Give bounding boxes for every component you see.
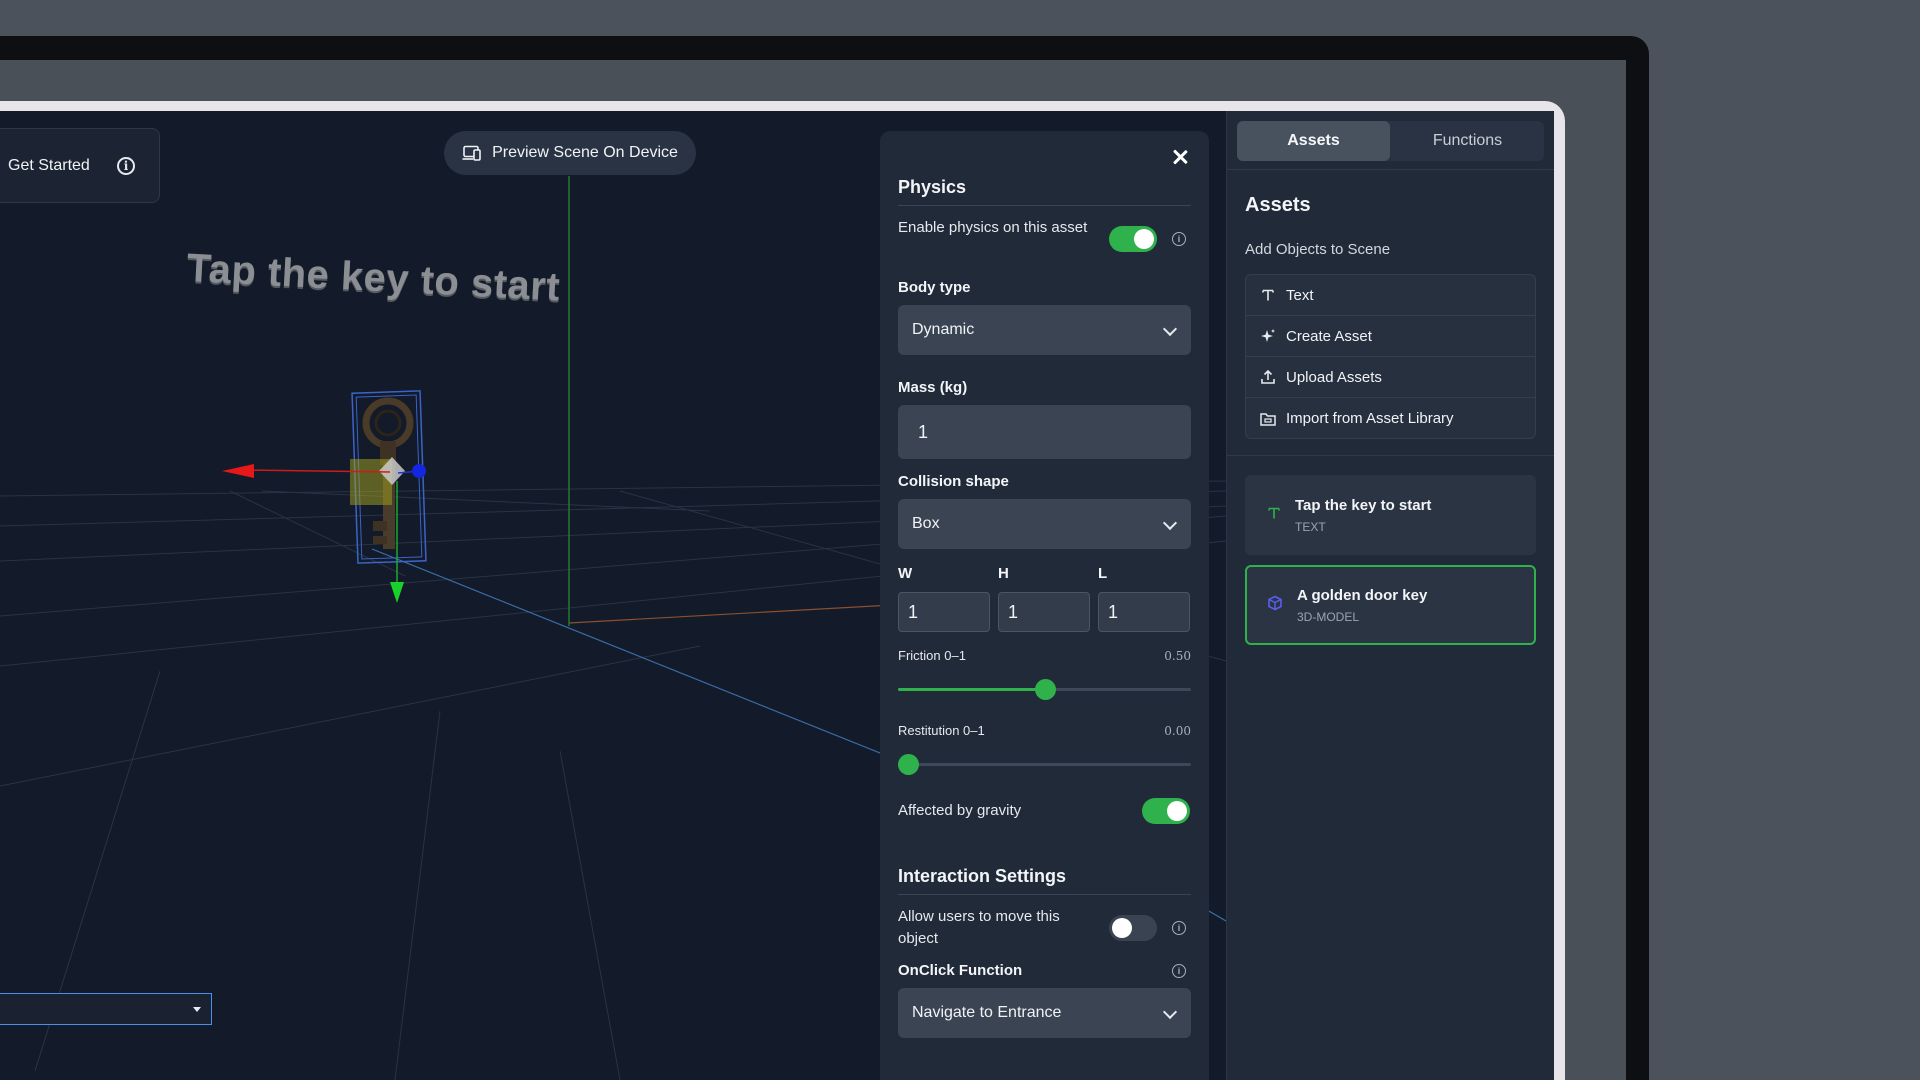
collision-shape-value: Box	[912, 515, 940, 532]
object-type: 3D-MODEL	[1297, 609, 1360, 624]
restitution-value: 0.00	[1164, 724, 1191, 738]
text-icon	[1260, 287, 1276, 303]
height-label: H	[998, 565, 1009, 582]
divider	[1227, 169, 1554, 170]
slider-thumb[interactable]	[898, 754, 919, 775]
preview-scene-label: Preview Scene On Device	[492, 144, 678, 161]
add-text-item[interactable]: Text	[1246, 275, 1535, 316]
chevron-down-icon	[1162, 515, 1178, 531]
toggle-knob	[1167, 801, 1187, 821]
enable-physics-toggle[interactable]	[1109, 226, 1157, 252]
tab-functions[interactable]: Functions	[1391, 121, 1544, 161]
assets-title: Assets	[1245, 194, 1311, 216]
friction-value: 0.50	[1164, 649, 1191, 663]
info-icon[interactable]: i	[1172, 964, 1186, 978]
allow-move-toggle[interactable]	[1109, 915, 1157, 941]
object-card-model[interactable]: A golden door key 3D-MODEL	[1245, 565, 1536, 645]
object-type: TEXT	[1295, 519, 1326, 534]
divider	[1227, 455, 1554, 456]
get-started-label: Get Started	[8, 156, 90, 174]
key-model[interactable]	[350, 390, 427, 564]
body-type-value: Dynamic	[912, 321, 975, 338]
friction-slider[interactable]	[898, 679, 1191, 700]
import-library-item[interactable]: Import from Asset Library	[1246, 398, 1535, 438]
width-input[interactable]: 1	[898, 592, 990, 632]
collision-shape-label: Collision shape	[898, 473, 1009, 490]
add-item-label: Upload Assets	[1286, 368, 1382, 386]
slider-thumb[interactable]	[1034, 679, 1056, 700]
info-icon[interactable]: i	[117, 156, 135, 175]
height-input[interactable]: 1	[998, 592, 1090, 632]
close-icon[interactable]	[1170, 147, 1190, 167]
toggle-knob	[1134, 229, 1154, 249]
screen: Tap the key to start Get Started i Previ…	[0, 101, 1565, 1080]
tab-assets[interactable]: Assets	[1237, 121, 1390, 161]
x-axis-line	[568, 603, 911, 624]
cube-icon	[1267, 595, 1283, 616]
onclick-function-value: Navigate to Entrance	[912, 1004, 1062, 1021]
enable-physics-label: Enable physics on this asset	[898, 219, 1088, 236]
interaction-title: Interaction Settings	[898, 866, 1067, 886]
add-item-label: Import from Asset Library	[1286, 410, 1454, 427]
onclick-function-select[interactable]: Navigate to Entrance	[898, 988, 1191, 1038]
physics-panel: Physics Enable physics on this asset i B…	[880, 131, 1209, 1080]
info-icon[interactable]: i	[1172, 232, 1186, 246]
device-preview-icon	[462, 145, 481, 161]
toggle-knob	[1112, 918, 1132, 938]
viewport-dropdown[interactable]	[0, 993, 212, 1025]
scene-viewport[interactable]: Tap the key to start Get Started i Previ…	[0, 111, 1226, 1080]
gravity-label: Affected by gravity	[898, 802, 1022, 819]
assets-sidebar: Assets Functions Assets Add Objects to S…	[1226, 111, 1554, 1080]
object-name: A golden door key	[1297, 586, 1428, 604]
mass-input[interactable]: 1	[898, 405, 1191, 459]
sidebar-tabs: Assets Functions	[1237, 121, 1544, 161]
editor-app: Tap the key to start Get Started i Previ…	[0, 111, 1554, 1080]
sparkle-icon	[1260, 328, 1276, 344]
body-type-label: Body type	[898, 279, 971, 296]
onclick-label: OnClick Function	[898, 962, 1023, 979]
length-input[interactable]: 1	[1098, 592, 1190, 632]
z-axis-line	[371, 548, 901, 762]
upload-icon	[1260, 369, 1276, 385]
width-label: W	[898, 565, 913, 582]
gravity-toggle[interactable]	[1142, 798, 1190, 824]
physics-title: Physics	[898, 177, 967, 197]
info-icon[interactable]: i	[1172, 921, 1186, 935]
divider	[898, 205, 1191, 206]
add-objects-list: Text Create Asset Upload Assets Import f…	[1245, 274, 1536, 439]
get-started-button[interactable]: Get Started i	[0, 128, 160, 203]
length-label: L	[1098, 565, 1108, 582]
friction-label: Friction 0–1	[898, 648, 966, 663]
body-type-select[interactable]: Dynamic	[898, 305, 1191, 355]
mass-label: Mass (kg)	[898, 379, 968, 396]
add-objects-subtitle: Add Objects to Scene	[1245, 241, 1391, 258]
divider	[898, 894, 1191, 895]
allow-move-label: Allow users to move this object	[898, 908, 1060, 947]
upload-assets-item[interactable]: Upload Assets	[1246, 357, 1535, 398]
text-icon	[1267, 506, 1281, 525]
object-name: Tap the key to start	[1295, 496, 1432, 514]
restitution-label: Restitution 0–1	[898, 723, 985, 738]
collision-shape-select[interactable]: Box	[898, 499, 1191, 549]
chevron-down-icon	[1162, 1004, 1178, 1020]
caret-down-icon	[193, 1007, 201, 1012]
create-asset-item[interactable]: Create Asset	[1246, 316, 1535, 357]
chevron-down-icon	[1162, 321, 1178, 337]
preview-scene-button[interactable]: Preview Scene On Device	[444, 131, 696, 175]
add-item-label: Text	[1286, 286, 1314, 304]
gizmo-z-handle	[412, 464, 426, 478]
restitution-slider[interactable]	[898, 754, 1191, 775]
add-item-label: Create Asset	[1286, 327, 1372, 345]
slider-fill	[898, 688, 1045, 691]
object-card-text[interactable]: Tap the key to start TEXT	[1245, 475, 1536, 555]
folder-icon	[1260, 411, 1276, 427]
gizmo-y-handle	[390, 582, 404, 603]
gizmo-x-handle	[222, 464, 254, 478]
transform-gizmo[interactable]	[222, 464, 426, 603]
